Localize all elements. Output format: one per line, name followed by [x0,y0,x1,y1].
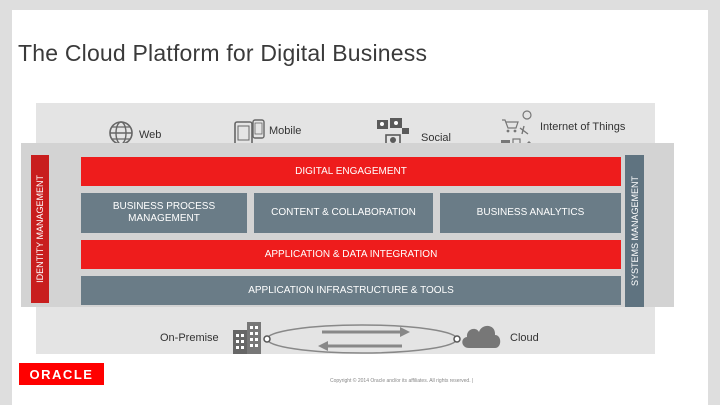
systems-management-label: SYSTEMS MANAGEMENT [629,175,640,286]
cloud-label: Cloud [510,332,539,344]
on-premise-label: On-Premise [160,332,219,344]
channel-label-web: Web [139,129,162,141]
channel-label-iot: Internet of Things [540,121,626,133]
layer-label: APPLICATION & DATA INTEGRATION [264,248,438,260]
identity-management-bar: IDENTITY MANAGEMENT [31,155,49,303]
layer-label: DIGITAL ENGAGEMENT [295,165,407,177]
channel-label-mobile: Mobile [269,125,302,137]
layer-label: BUSINESS PROCESS MANAGEMENT [112,201,216,224]
layer-app-infrastructure-tools: APPLICATION INFRASTRUCTURE & TOOLS [81,276,621,305]
cloud-icon [459,320,503,355]
layer-digital-engagement: DIGITAL ENGAGEMENT [81,157,621,186]
copyright-text: Copyright © 2014 Oracle and/or its affil… [330,378,474,384]
identity-management-label: IDENTITY MANAGEMENT [35,175,45,283]
layer-label: APPLICATION INFRASTRUCTURE & TOOLS [248,284,454,296]
hybrid-arrows-icon [262,322,462,361]
systems-management-bar: SYSTEMS MANAGEMENT [625,155,644,307]
layer-content-collaboration: CONTENT & COLLABORATION [254,193,433,233]
oracle-logo: ORACLE [19,363,104,385]
layer-app-data-integration: APPLICATION & DATA INTEGRATION [81,240,621,269]
layer-label: CONTENT & COLLABORATION [271,207,416,218]
building-icon [231,320,263,361]
layer-business-analytics: BUSINESS ANALYTICS [440,193,621,233]
page-title: The Cloud Platform for Digital Business [18,40,428,66]
oracle-logo-text: ORACLE [29,366,94,382]
layer-label: BUSINESS ANALYTICS [476,207,585,218]
layer-business-process: BUSINESS PROCESS MANAGEMENT [81,193,247,233]
